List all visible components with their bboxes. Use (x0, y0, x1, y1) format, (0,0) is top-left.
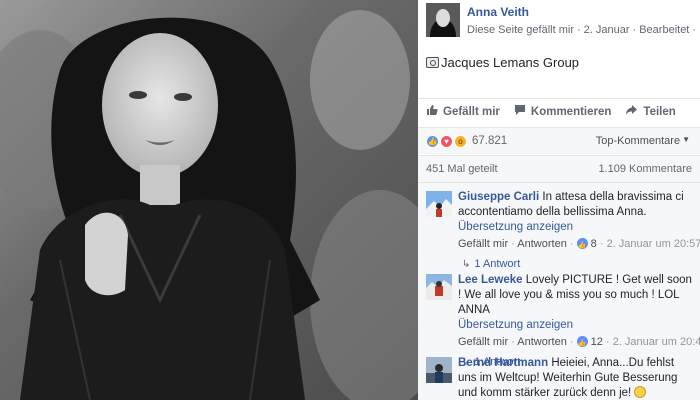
comment-meta: Gefällt mir · Antworten · 12 · 2. Januar… (458, 335, 700, 351)
comment-meta: Gefällt mir · Antworten · 8 · 2. Januar … (458, 237, 700, 253)
reactions-bar: 👍 ♥ o 67.821 Top-Kommentare ▼ (418, 127, 700, 154)
edited-label[interactable]: Bearbeitet (639, 24, 689, 36)
share-arrow-icon (625, 104, 638, 119)
replies-label: 1 Antwort (474, 258, 521, 270)
post-meta: Diese Seite gefällt mir · 2. Januar · Bearbe… (467, 24, 697, 36)
share-label: Teilen (643, 105, 676, 118)
author-name[interactable]: Anna Veith (467, 5, 529, 19)
share-count[interactable]: 451 Mal geteilt (426, 163, 498, 175)
comment-body: Bernd Hartmann Heieiei, Anna...Du fehlst… (458, 356, 694, 400)
post-date[interactable]: 2. Januar (584, 24, 630, 36)
caret-down-icon: ▼ (682, 135, 690, 144)
post-text: Jacques Lemans Group (426, 55, 579, 70)
post-actions: Gefällt mir Kommentieren Teilen (418, 98, 700, 124)
translate-link[interactable]: Übersetzung anzeigen (458, 220, 694, 235)
post-photo[interactable] (0, 0, 418, 400)
translate-link[interactable]: Übersetzung anzeigen (458, 318, 694, 333)
comment-like-link[interactable]: Gefällt mir (458, 336, 508, 348)
share-button[interactable]: Teilen (625, 104, 676, 119)
thumbs-up-icon (426, 104, 438, 119)
love-reaction-icon[interactable]: ♥ (440, 134, 453, 148)
commenter-avatar[interactable] (426, 357, 452, 383)
comment-body: Giuseppe Carli In attesa della bravissim… (458, 190, 700, 272)
comment-like-icon (576, 336, 588, 351)
like-label: Gefällt mir (443, 105, 500, 118)
sort-label: Top-Kommentare (595, 135, 681, 147)
commenter-name[interactable]: Bernd Hartmann (458, 357, 548, 369)
wow-reaction-icon[interactable]: o (454, 134, 467, 148)
comment-sort-dropdown[interactable]: Top-Kommentare ▼ (596, 135, 690, 147)
liked-page-link[interactable]: Diese Seite gefällt mir (467, 24, 574, 36)
view-replies-link[interactable]: ↳ 1 Antwort (462, 257, 694, 272)
commenter-name[interactable]: Lee Leweke (458, 274, 523, 286)
comment-count[interactable]: 1.109 Kommentare (598, 163, 692, 175)
commenter-name[interactable]: Giuseppe Carli (458, 191, 539, 203)
comment-item: Bernd Hartmann Heieiei, Anna...Du fehlst… (426, 354, 692, 400)
comment-item: Giuseppe Carli In attesa della bravissim… (426, 188, 700, 273)
comment-item: Lee Leweke Lovely PICTURE ! Get well soo… (426, 271, 700, 368)
camera-icon (426, 57, 439, 68)
like-button[interactable]: Gefällt mir (426, 104, 500, 119)
comment-like-count[interactable]: 12 (591, 336, 603, 348)
comment-like-link[interactable]: Gefällt mir (458, 238, 508, 250)
comment-like-count[interactable]: 8 (591, 238, 597, 250)
reply-arrow-icon: ↳ (462, 259, 471, 270)
photo-viewer (0, 0, 418, 400)
commenter-avatar[interactable] (426, 274, 452, 300)
post-header: Anna Veith Diese Seite gefällt mir · 2. Ja… (418, 0, 700, 40)
comment-reply-link[interactable]: Antworten (517, 238, 567, 250)
author-avatar[interactable] (426, 3, 460, 37)
smiley-emoji-icon (634, 386, 647, 398)
like-reaction-icon[interactable]: 👍 (426, 134, 439, 148)
share-count-row: 451 Mal geteilt 1.109 Kommentare (418, 155, 700, 182)
comment-reply-link[interactable]: Antworten (517, 336, 567, 348)
portrait-image (0, 0, 418, 400)
post-side-panel: Anna Veith Diese Seite gefällt mir · 2. Ja… (418, 0, 700, 400)
reaction-count[interactable]: 67.821 (472, 135, 507, 147)
comments-list: Giuseppe Carli In attesa della bravissim… (418, 182, 700, 400)
tagged-link[interactable]: Jacques Lemans Group (441, 55, 579, 70)
comment-icon (514, 104, 526, 119)
comment-button[interactable]: Kommentieren (514, 104, 612, 119)
comment-label: Kommentieren (530, 105, 612, 118)
commenter-avatar[interactable] (426, 191, 452, 217)
comment-time[interactable]: 2. Januar um 20:44 (613, 336, 700, 348)
comment-like-icon (576, 238, 588, 253)
comment-time[interactable]: 2. Januar um 20:57 (607, 238, 700, 250)
